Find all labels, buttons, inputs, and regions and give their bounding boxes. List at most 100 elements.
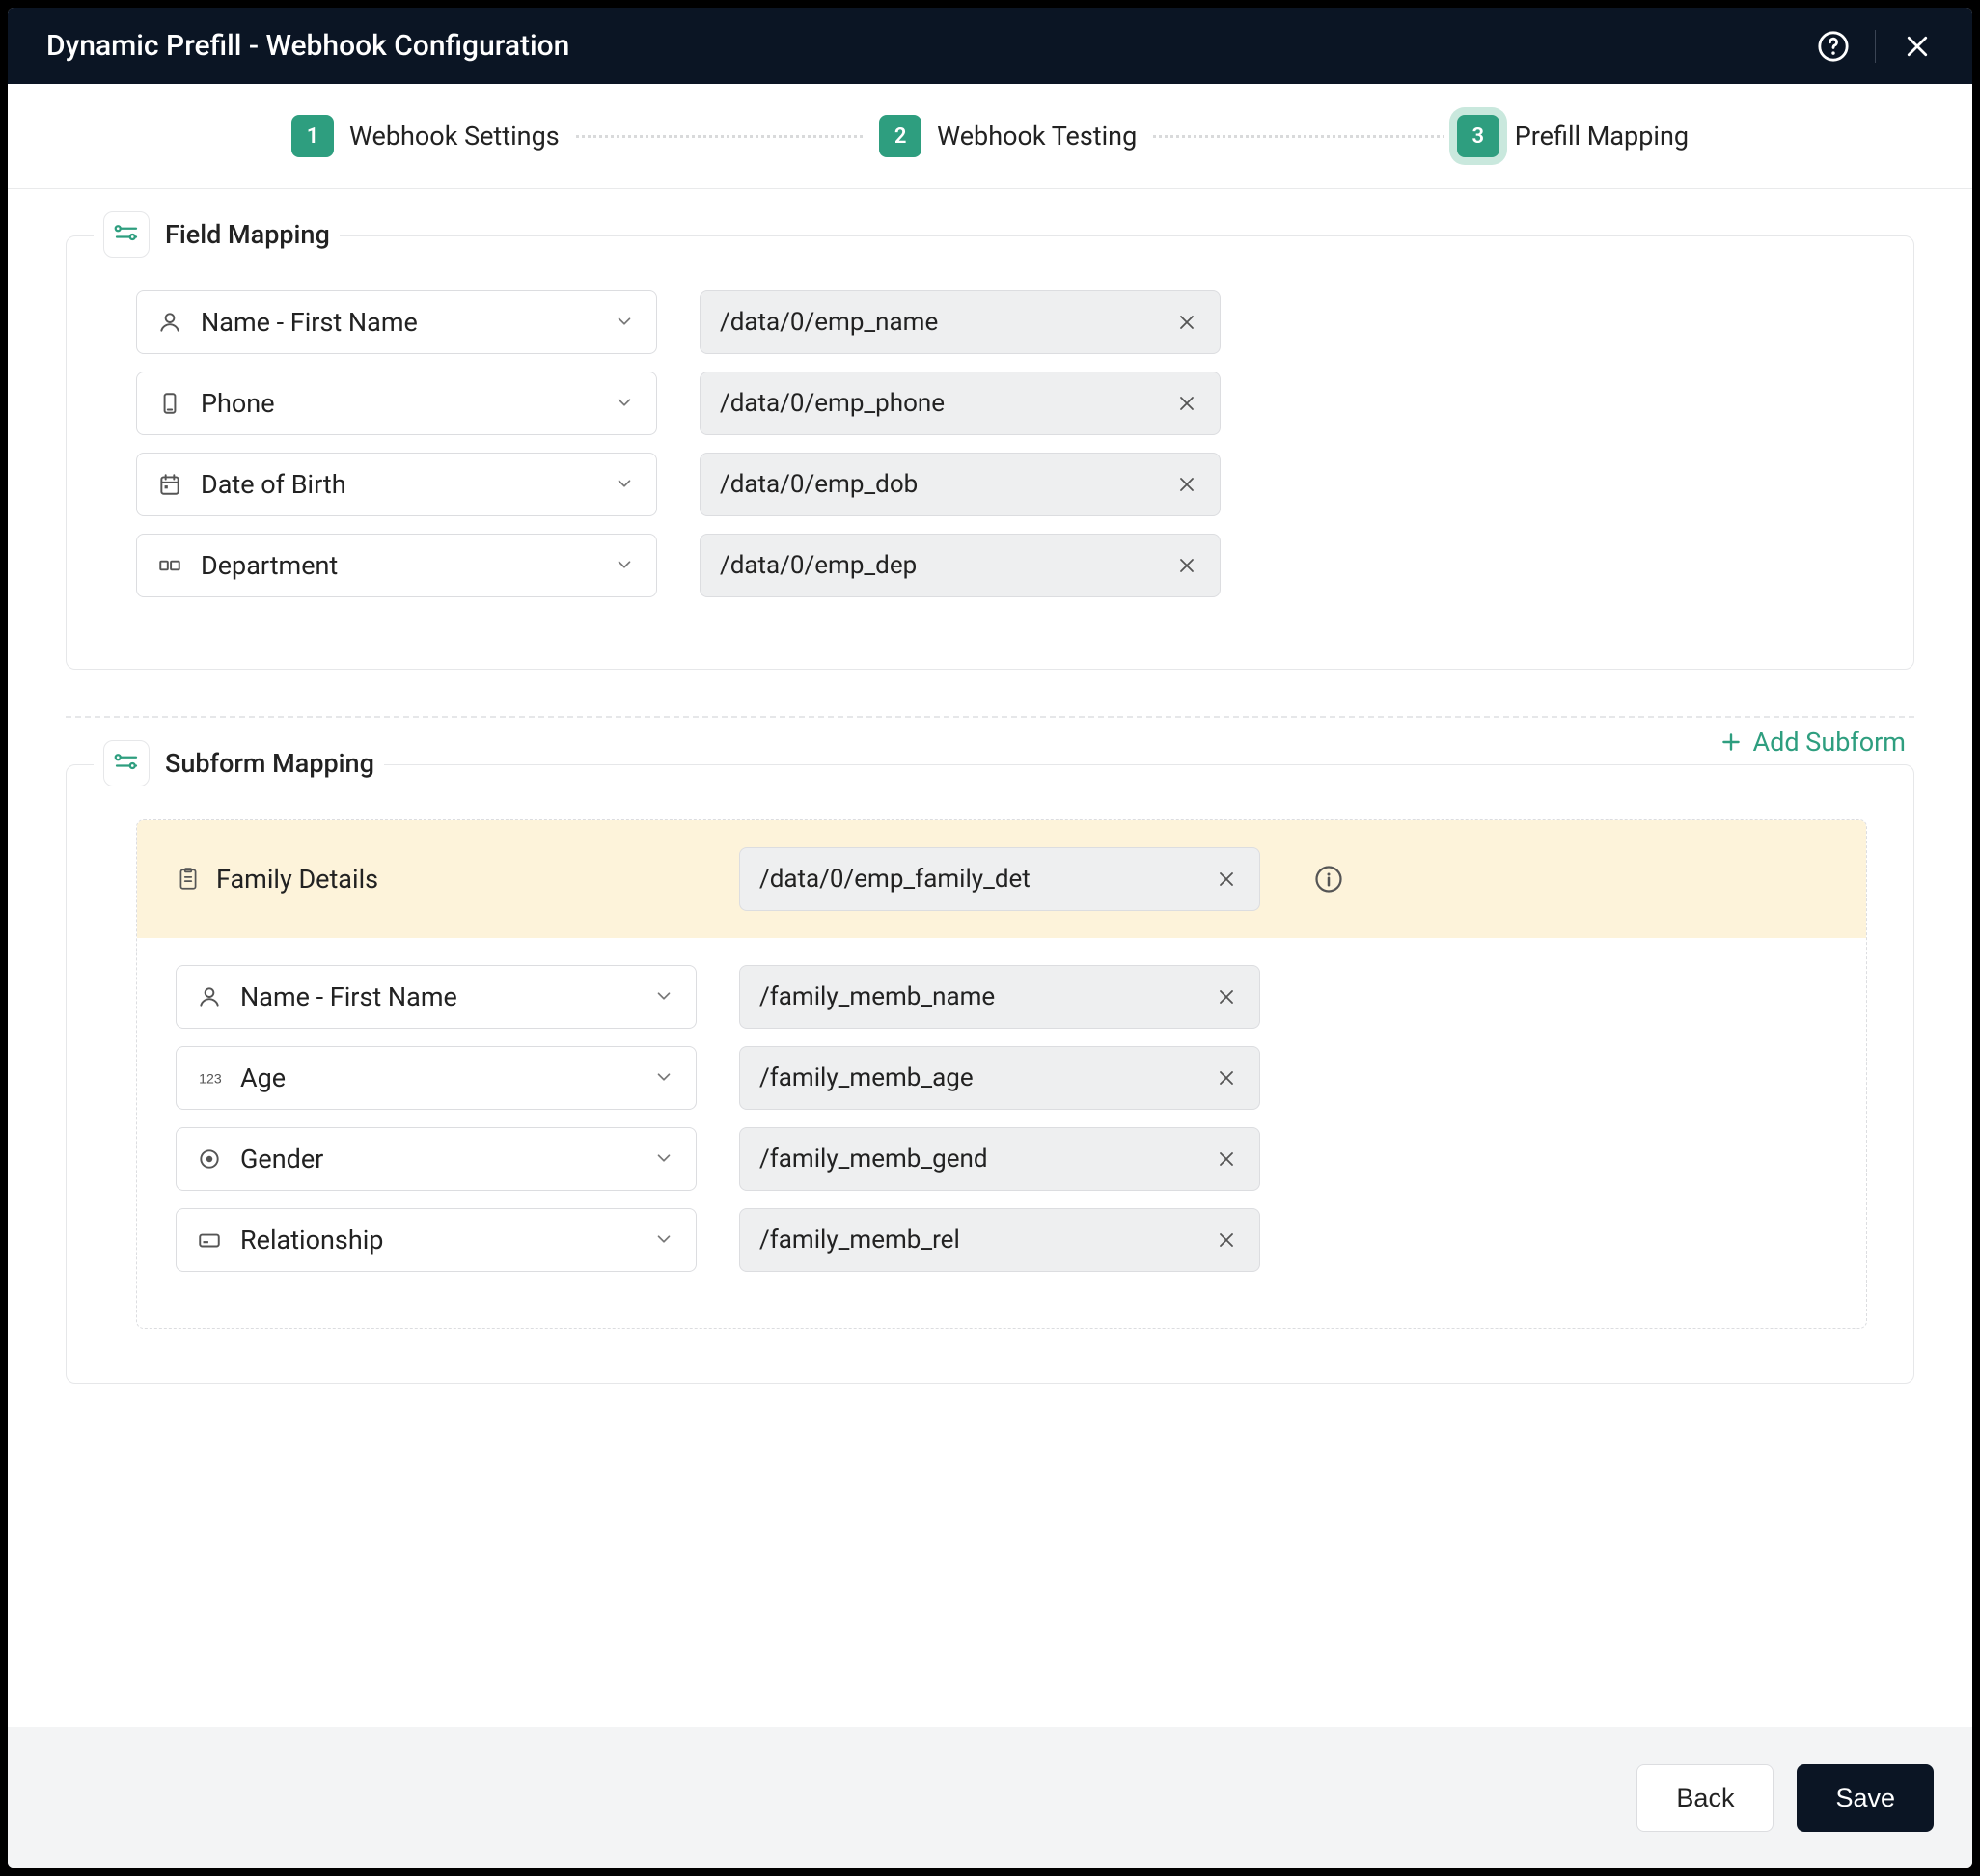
chevron-down-icon — [653, 1066, 676, 1090]
add-subform-button[interactable]: Add Subform — [1711, 727, 1913, 758]
step-connector — [1141, 135, 1453, 138]
help-icon — [1820, 32, 1847, 59]
help-button[interactable] — [1817, 30, 1850, 63]
step-label-2: Webhook Testing — [937, 121, 1137, 152]
clear-subform-path-button[interactable] — [1213, 866, 1240, 893]
field-mapping-rows: Name - First Name /data/0/emp_name Phone… — [136, 290, 1867, 597]
step-badge-1: 1 — [291, 115, 334, 157]
subform-header-row: Family Details /data/0/emp_family_det — [137, 820, 1866, 938]
section-header: Field Mapping — [94, 211, 340, 258]
field-select[interactable]: Gender — [176, 1127, 697, 1191]
header-actions — [1817, 30, 1934, 63]
header-divider — [1875, 30, 1876, 63]
modal-header: Dynamic Prefill - Webhook Configuration — [8, 8, 1972, 84]
number-icon — [196, 1064, 223, 1091]
field-label: Phone — [201, 388, 614, 419]
phone-icon — [156, 390, 183, 417]
path-input[interactable]: /family_memb_age — [739, 1046, 1260, 1110]
section-icon-box — [103, 211, 150, 258]
clear-path-button[interactable] — [1213, 1145, 1240, 1172]
clear-path-button[interactable] — [1173, 471, 1200, 498]
subform-info-button[interactable] — [1314, 865, 1343, 894]
info-icon — [1317, 868, 1341, 892]
subform-body: Name - First Name /family_memb_name Age … — [137, 938, 1866, 1328]
section-icon-box — [103, 740, 150, 786]
field-label: Relationship — [240, 1225, 653, 1255]
field-label: Date of Birth — [201, 469, 614, 500]
step-webhook-testing[interactable]: 2 Webhook Testing — [866, 115, 1150, 157]
clear-path-button[interactable] — [1173, 552, 1200, 579]
chevron-down-icon — [653, 1228, 676, 1252]
field-select[interactable]: Date of Birth — [136, 453, 657, 516]
subform-mapping-title: Subform Mapping — [165, 748, 374, 779]
sliders-icon — [116, 226, 136, 239]
radio-icon — [196, 1145, 223, 1172]
mapping-row: Phone /data/0/emp_phone — [136, 372, 1867, 435]
field-select[interactable]: Name - First Name — [176, 965, 697, 1029]
field-select[interactable]: Age — [176, 1046, 697, 1110]
path-input[interactable]: /data/0/emp_name — [700, 290, 1221, 354]
step-prefill-mapping[interactable]: 3 Prefill Mapping — [1444, 115, 1702, 157]
field-mapping-section: Field Mapping Name - First Name /data/0/… — [66, 235, 1914, 670]
field-label: Name - First Name — [201, 307, 614, 338]
mapping-row: Date of Birth /data/0/emp_dob — [136, 453, 1867, 516]
step-badge-2: 2 — [879, 115, 921, 157]
chevron-down-icon — [614, 311, 637, 334]
modal-footer: Back Save — [8, 1727, 1972, 1868]
calendar-icon — [156, 471, 183, 498]
mapping-row: Name - First Name /family_memb_name — [176, 965, 1828, 1029]
path-value: /data/0/emp_dep — [720, 551, 1173, 580]
path-input[interactable]: /family_memb_rel — [739, 1208, 1260, 1272]
subform-path-input[interactable]: /data/0/emp_family_det — [739, 847, 1260, 911]
step-label-1: Webhook Settings — [349, 121, 560, 152]
clear-path-button[interactable] — [1173, 309, 1200, 336]
close-icon — [1909, 38, 1926, 55]
form-icon — [176, 867, 201, 892]
close-button[interactable] — [1901, 30, 1934, 63]
path-input[interactable]: /family_memb_name — [739, 965, 1260, 1029]
path-input[interactable]: /data/0/emp_dob — [700, 453, 1221, 516]
clear-path-button[interactable] — [1213, 983, 1240, 1010]
x-icon — [1221, 873, 1232, 885]
mapping-row: Department /data/0/emp_dep — [136, 534, 1867, 597]
path-value: /family_memb_rel — [759, 1226, 1213, 1255]
subform-name: Family Details — [216, 864, 378, 895]
chevron-down-icon — [614, 392, 637, 415]
subform-mapping-section: Subform Mapping Add Subform Family Detai… — [66, 764, 1914, 1384]
back-button[interactable]: Back — [1636, 1764, 1774, 1832]
mapping-row: Gender /family_memb_gend — [176, 1127, 1828, 1191]
field-label: Gender — [240, 1144, 653, 1174]
mapping-row: Name - First Name /data/0/emp_name — [136, 290, 1867, 354]
path-input[interactable]: /family_memb_gend — [739, 1127, 1260, 1191]
field-select[interactable]: Relationship — [176, 1208, 697, 1272]
section-divider — [66, 716, 1914, 718]
path-input[interactable]: /data/0/emp_dep — [700, 534, 1221, 597]
field-label: Department — [201, 550, 614, 581]
chevron-down-icon — [653, 1147, 676, 1171]
path-value: /data/0/emp_dob — [720, 470, 1173, 499]
modal-title: Dynamic Prefill - Webhook Configuration — [46, 29, 569, 63]
path-input[interactable]: /data/0/emp_phone — [700, 372, 1221, 435]
subform-mapping-rows: Name - First Name /family_memb_name Age … — [176, 965, 1828, 1272]
dropdown-icon — [156, 552, 183, 579]
field-select[interactable]: Name - First Name — [136, 290, 657, 354]
add-subform-label: Add Subform — [1753, 727, 1906, 758]
step-webhook-settings[interactable]: 1 Webhook Settings — [278, 115, 573, 157]
path-value: /data/0/emp_name — [720, 308, 1173, 337]
plus-icon — [1723, 734, 1738, 749]
step-connector — [564, 135, 876, 138]
mapping-row: Age /family_memb_age — [176, 1046, 1828, 1110]
clear-path-button[interactable] — [1213, 1064, 1240, 1091]
chevron-down-icon — [653, 985, 676, 1008]
field-select[interactable]: Department — [136, 534, 657, 597]
clear-path-button[interactable] — [1173, 390, 1200, 417]
stepper: 1 Webhook Settings 2 Webhook Testing 3 P… — [8, 84, 1972, 189]
section-header: Subform Mapping — [94, 740, 384, 786]
field-label: Age — [240, 1062, 653, 1093]
path-value: /family_memb_age — [759, 1063, 1213, 1092]
step-badge-3: 3 — [1457, 115, 1499, 157]
field-label: Name - First Name — [240, 981, 653, 1012]
save-button[interactable]: Save — [1797, 1764, 1934, 1832]
field-select[interactable]: Phone — [136, 372, 657, 435]
clear-path-button[interactable] — [1213, 1227, 1240, 1254]
